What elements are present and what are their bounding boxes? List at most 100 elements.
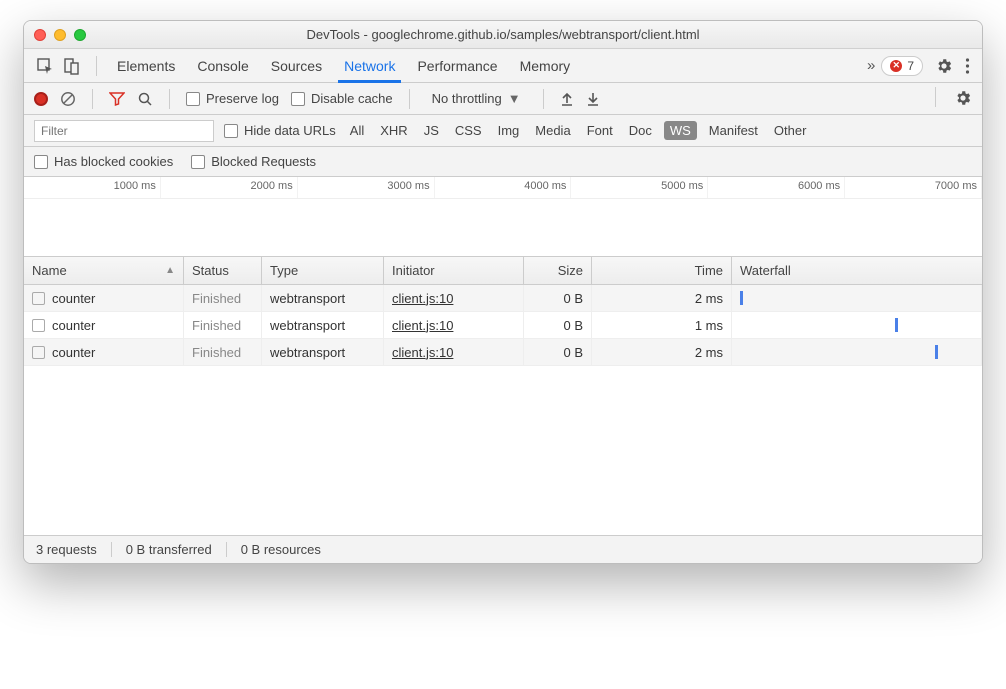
request-waterfall xyxy=(732,285,982,311)
request-status: Finished xyxy=(184,312,262,338)
requests-grid-header: Name ▲ Status Type Initiator Size Time W… xyxy=(24,257,982,285)
status-bar: 3 requests 0 B transferred 0 B resources xyxy=(24,535,982,563)
search-icon[interactable] xyxy=(137,91,153,107)
filter-icon[interactable] xyxy=(109,91,125,107)
timeline-tick: 4000 ms xyxy=(435,177,572,198)
disable-cache-checkbox[interactable]: Disable cache xyxy=(291,91,393,106)
clear-icon[interactable] xyxy=(60,91,76,107)
status-transferred: 0 B transferred xyxy=(126,542,227,557)
type-filter-ws[interactable]: WS xyxy=(664,121,697,140)
tab-memory[interactable]: Memory xyxy=(518,50,573,82)
blocked-requests-checkbox[interactable]: Blocked Requests xyxy=(191,154,316,169)
type-filter-manifest[interactable]: Manifest xyxy=(705,121,762,140)
filter-bar-2: Has blocked cookies Blocked Requests xyxy=(24,147,982,177)
network-toolbar: Preserve log Disable cache No throttling… xyxy=(24,83,982,115)
titlebar: DevTools - googlechrome.github.io/sample… xyxy=(24,21,982,49)
column-status[interactable]: Status xyxy=(184,257,262,284)
kebab-menu-icon[interactable] xyxy=(965,57,970,75)
type-filter-js[interactable]: JS xyxy=(420,121,443,140)
type-filter-img[interactable]: Img xyxy=(494,121,524,140)
request-initiator-link[interactable]: client.js:10 xyxy=(392,291,453,306)
chevron-down-icon: ▼ xyxy=(508,91,521,106)
more-tabs-icon[interactable]: » xyxy=(867,57,875,74)
tab-performance[interactable]: Performance xyxy=(415,50,499,82)
timeline-tick: 5000 ms xyxy=(571,177,708,198)
tab-network[interactable]: Network xyxy=(342,50,397,82)
request-type: webtransport xyxy=(262,339,384,365)
type-filter-all[interactable]: All xyxy=(346,121,368,140)
request-waterfall xyxy=(732,339,982,365)
request-row[interactable]: counter Finishedwebtransport client.js:10 0… xyxy=(24,339,982,366)
device-toggle-icon[interactable] xyxy=(64,57,80,75)
inspect-element-icon[interactable] xyxy=(36,57,54,75)
minimize-window-button[interactable] xyxy=(54,29,66,41)
request-name: counter xyxy=(52,318,95,333)
type-filter-doc[interactable]: Doc xyxy=(625,121,656,140)
panel-tabs: Elements Console Sources Network Performance… xyxy=(107,50,861,82)
request-row[interactable]: counter Finishedwebtransport client.js:10 0… xyxy=(24,285,982,312)
row-checkbox[interactable] xyxy=(32,319,45,332)
record-button[interactable] xyxy=(34,92,48,106)
type-filter-other[interactable]: Other xyxy=(770,121,811,140)
row-checkbox[interactable] xyxy=(32,346,45,359)
tab-elements[interactable]: Elements xyxy=(115,50,177,82)
timeline-overview[interactable]: 1000 ms2000 ms3000 ms4000 ms5000 ms6000 … xyxy=(24,177,982,257)
column-name[interactable]: Name ▲ xyxy=(24,257,184,284)
timeline-tick: 1000 ms xyxy=(24,177,161,198)
request-size: 0 B xyxy=(524,339,592,365)
request-status: Finished xyxy=(184,339,262,365)
column-type[interactable]: Type xyxy=(262,257,384,284)
request-name: counter xyxy=(52,345,95,360)
panel-tabbar: Elements Console Sources Network Performance… xyxy=(24,49,982,83)
maximize-window-button[interactable] xyxy=(74,29,86,41)
throttling-select[interactable]: No throttling ▼ xyxy=(426,91,527,106)
has-blocked-cookies-checkbox[interactable]: Has blocked cookies xyxy=(34,154,173,169)
error-count: 7 xyxy=(907,59,914,73)
upload-har-icon[interactable] xyxy=(560,91,574,107)
request-time: 1 ms xyxy=(592,312,732,338)
traffic-lights xyxy=(34,29,86,41)
column-time[interactable]: Time xyxy=(592,257,732,284)
status-requests: 3 requests xyxy=(36,542,112,557)
timeline-tick: 2000 ms xyxy=(161,177,298,198)
timeline-tick: 7000 ms xyxy=(845,177,982,198)
request-row[interactable]: counter Finishedwebtransport client.js:10 0… xyxy=(24,312,982,339)
request-time: 2 ms xyxy=(592,339,732,365)
tab-console[interactable]: Console xyxy=(195,50,250,82)
column-initiator[interactable]: Initiator xyxy=(384,257,524,284)
column-waterfall[interactable]: Waterfall xyxy=(732,257,982,284)
row-checkbox[interactable] xyxy=(32,292,45,305)
column-size[interactable]: Size xyxy=(524,257,592,284)
network-settings-icon[interactable] xyxy=(954,89,972,107)
settings-icon[interactable] xyxy=(935,57,953,75)
type-filter-media[interactable]: Media xyxy=(531,121,574,140)
close-window-button[interactable] xyxy=(34,29,46,41)
request-time: 2 ms xyxy=(592,285,732,311)
type-filter-css[interactable]: CSS xyxy=(451,121,486,140)
status-resources: 0 B resources xyxy=(241,542,335,557)
download-har-icon[interactable] xyxy=(586,91,600,107)
request-waterfall xyxy=(732,312,982,338)
request-size: 0 B xyxy=(524,285,592,311)
timeline-tick: 3000 ms xyxy=(298,177,435,198)
devtools-window: DevTools - googlechrome.github.io/sample… xyxy=(23,20,983,564)
requests-grid-body: counterFinishedwebtransportclient.js:100… xyxy=(24,285,982,535)
request-type: webtransport xyxy=(262,312,384,338)
timeline-tick: 6000 ms xyxy=(708,177,845,198)
window-title: DevTools - googlechrome.github.io/sample… xyxy=(24,27,982,42)
preserve-log-checkbox[interactable]: Preserve log xyxy=(186,91,279,106)
request-type: webtransport xyxy=(262,285,384,311)
sort-asc-icon: ▲ xyxy=(165,265,175,276)
request-initiator-link[interactable]: client.js:10 xyxy=(392,345,453,360)
request-status: Finished xyxy=(184,285,262,311)
request-name: counter xyxy=(52,291,95,306)
type-filter-font[interactable]: Font xyxy=(583,121,617,140)
tab-sources[interactable]: Sources xyxy=(269,50,324,82)
filter-bar: Hide data URLs All XHR JS CSS Img Media Font Do… xyxy=(24,115,982,147)
error-count-badge[interactable]: ✕ 7 xyxy=(881,56,923,76)
filter-input[interactable] xyxy=(34,120,214,142)
type-filter-xhr[interactable]: XHR xyxy=(376,121,411,140)
request-size: 0 B xyxy=(524,312,592,338)
request-initiator-link[interactable]: client.js:10 xyxy=(392,318,453,333)
hide-data-urls-checkbox[interactable]: Hide data URLs xyxy=(224,123,336,138)
